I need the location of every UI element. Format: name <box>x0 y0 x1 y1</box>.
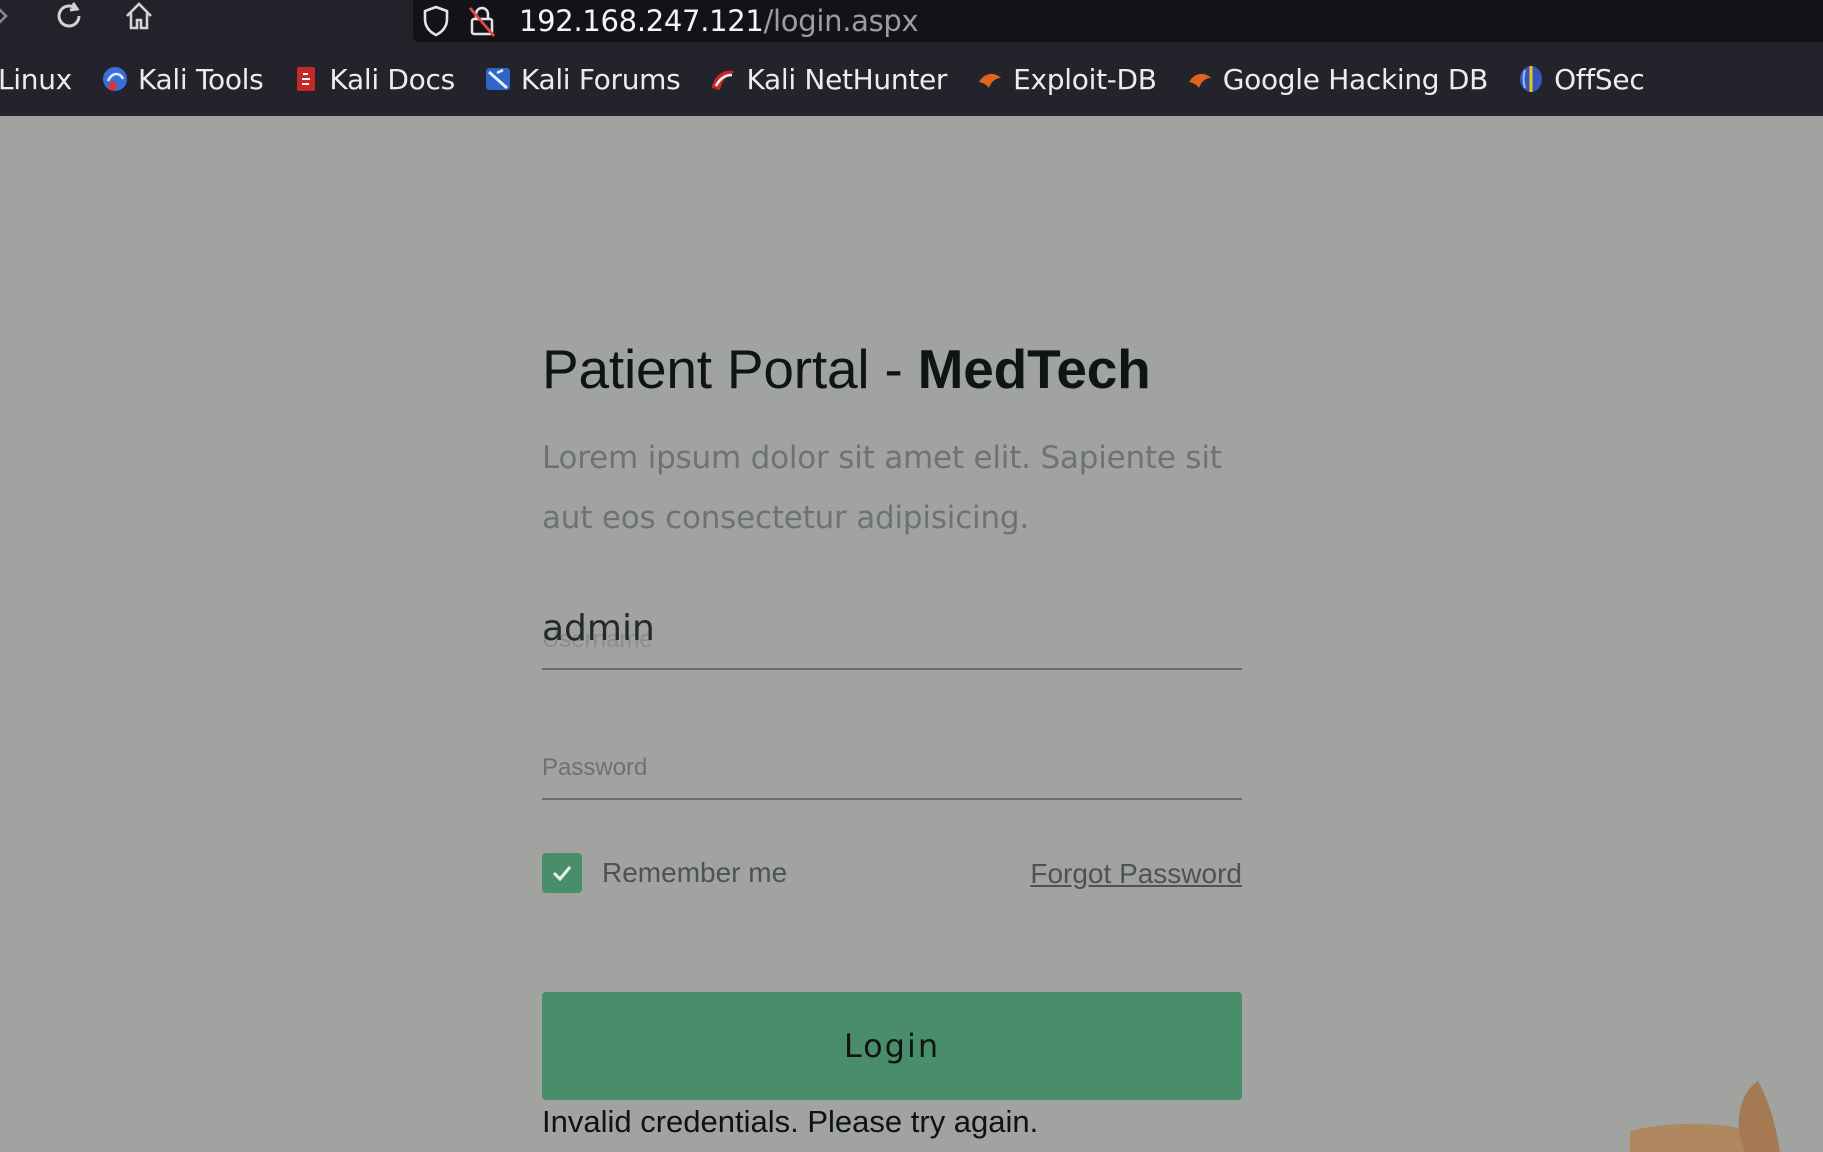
bookmark-kali-nethunter[interactable]: Kali NetHunter <box>708 63 947 96</box>
offsec-icon <box>1520 66 1543 92</box>
kali-docs-icon <box>297 67 316 91</box>
decorative-leaf-shape <box>1630 1081 1780 1152</box>
bookmark-label: Kali Tools <box>137 62 264 96</box>
url-path: /login.aspx <box>763 4 919 38</box>
url-host: 192.168.247.121 <box>519 4 764 38</box>
password-field[interactable]: Password <box>542 736 1242 800</box>
exploit-db-icon <box>979 73 1002 88</box>
bookmark-label: Kali NetHunter <box>746 62 948 96</box>
bookmark-label: Google Hacking DB <box>1222 62 1489 96</box>
password-placeholder: Password <box>542 754 648 781</box>
username-value: admin <box>542 608 655 649</box>
remember-me-label: Remember me <box>602 857 788 888</box>
title-brand: MedTech <box>917 338 1151 400</box>
username-field[interactable]: Username admin <box>542 606 1242 670</box>
remember-me-toggle[interactable]: Remember me <box>542 853 787 893</box>
checkmark-icon <box>552 866 572 882</box>
remember-me-checkbox[interactable] <box>542 853 582 893</box>
bookmark-label: Linux <box>0 62 72 96</box>
insecure-lock-icon[interactable] <box>459 3 505 39</box>
page-content: Patient Portal - MedTech Lorem ipsum dol… <box>0 116 1823 1152</box>
kali-tools-icon <box>102 67 127 91</box>
error-message: Invalid credentials. Please try again. <box>542 1104 1039 1139</box>
forgot-password-link[interactable]: Forgot Password <box>1030 858 1242 890</box>
bookmark-kali-tools[interactable]: Kali Tools <box>100 62 264 96</box>
bookmark-label: Kali Forums <box>520 62 681 96</box>
browser-toolbar: 192.168.247.121/login.aspx <box>0 0 1823 42</box>
reload-icon[interactable] <box>46 0 92 32</box>
bookmark-google-hacking-db[interactable]: Google Hacking DB <box>1185 63 1488 96</box>
home-icon[interactable] <box>116 0 162 32</box>
bookmark-label: OffSec <box>1554 62 1645 96</box>
bookmark-kali-docs[interactable]: Kali Docs <box>291 62 455 96</box>
bookmark-label: Exploit-DB <box>1013 62 1157 96</box>
bookmark-linux[interactable]: Linux <box>0 63 72 96</box>
page-title: Patient Portal - MedTech <box>542 337 1151 401</box>
bookmark-label: Kali Docs <box>329 62 455 96</box>
bookmark-offsec[interactable]: OffSec <box>1516 62 1645 96</box>
bookmarks-bar: Linux Kali Tools Kali Docs Kali Forums K… <box>0 42 1823 116</box>
forward-icon[interactable] <box>0 0 26 32</box>
login-button[interactable]: Login <box>542 992 1242 1100</box>
google-hacking-db-icon <box>1188 73 1211 88</box>
url-bar[interactable]: 192.168.247.121/login.aspx <box>413 0 1823 42</box>
title-prefix: Patient Portal - <box>542 338 918 400</box>
kali-forums-icon <box>485 68 510 90</box>
kali-nethunter-icon <box>712 70 736 90</box>
tracking-protection-shield-icon[interactable] <box>413 3 459 39</box>
bookmark-exploit-db[interactable]: Exploit-DB <box>975 63 1157 96</box>
subtitle: Lorem ipsum dolor sit amet elit. Sapient… <box>542 440 1222 536</box>
bookmark-kali-forums[interactable]: Kali Forums <box>483 63 681 96</box>
url-text[interactable]: 192.168.247.121/login.aspx <box>519 4 919 38</box>
